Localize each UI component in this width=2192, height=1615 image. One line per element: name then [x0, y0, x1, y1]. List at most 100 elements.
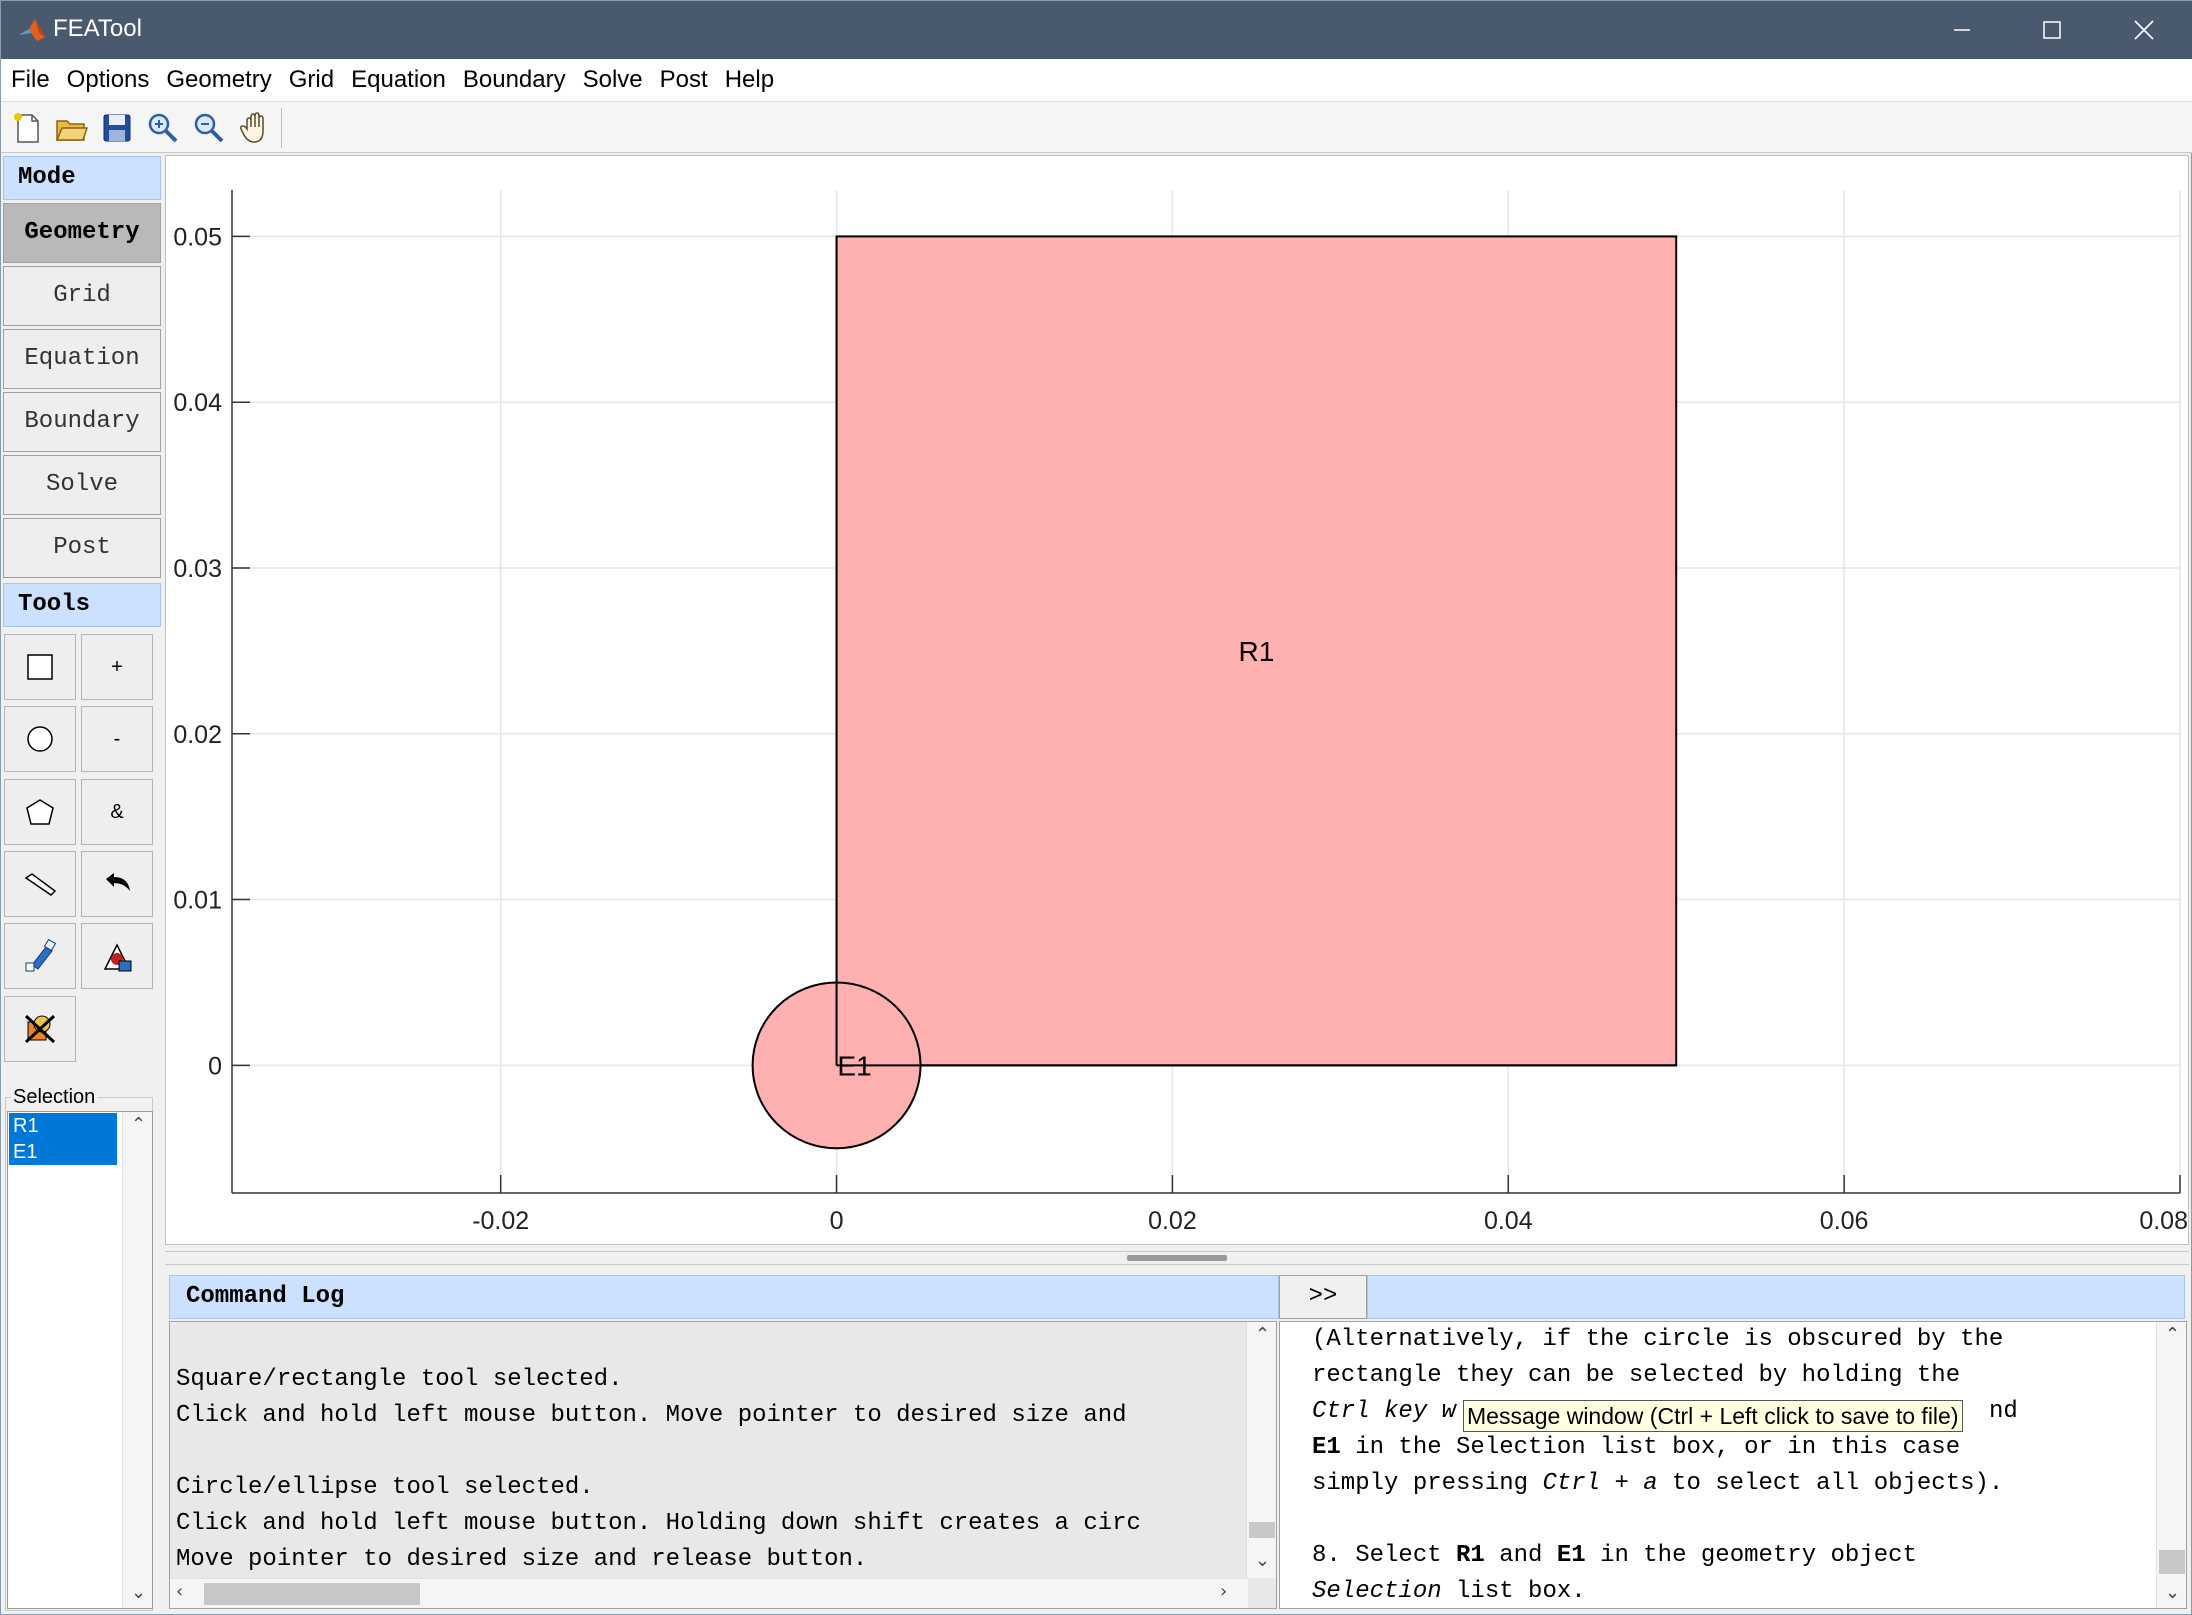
selection-italic-text: Selection [1312, 1578, 1442, 1605]
selection-scrollbar[interactable]: ⌃ ⌄ [122, 1112, 152, 1608]
transform-button[interactable] [81, 923, 153, 989]
menu-boundary[interactable]: Boundary [463, 66, 566, 94]
open-button[interactable] [51, 108, 91, 148]
e1-bold-text: E1 [1556, 1542, 1586, 1569]
transform-icon [103, 943, 132, 972]
x-tick-label: 0.08 [2139, 1207, 2188, 1235]
panel-splitter[interactable] [165, 1251, 2189, 1265]
message-fragment: 8. Select [1312, 1542, 1457, 1569]
splitter-grip[interactable] [1127, 1255, 1227, 1261]
y-tick-label: 0 [208, 1052, 222, 1080]
message-fragment: nd [1989, 1398, 2018, 1425]
intersect-button[interactable]: & [81, 779, 153, 845]
pan-button[interactable] [235, 108, 275, 148]
menu-help[interactable]: Help [725, 66, 774, 94]
y-tick-label: 0.04 [173, 389, 222, 417]
selection-listbox[interactable]: R1 E1 ⌃ ⌄ [7, 1111, 153, 1609]
log-line: Click and hold left mouse button. Holdin… [176, 1510, 1141, 1537]
toggle-panel-button[interactable]: >> [1279, 1275, 1367, 1319]
mode-button-boundary[interactable]: Boundary [3, 392, 161, 452]
save-button[interactable] [97, 108, 137, 148]
log-line: Click and hold left mouse button. Move p… [176, 1402, 1127, 1429]
log-hscroll-thumb[interactable] [204, 1583, 420, 1605]
scroll-down-icon[interactable]: ⌄ [1255, 1550, 1270, 1571]
mode-button-grid[interactable]: Grid [3, 266, 161, 326]
matlab-logo-icon [19, 19, 45, 41]
close-button[interactable] [2099, 1, 2189, 59]
minimize-button[interactable] [1917, 1, 2007, 59]
undo-button[interactable] [81, 851, 153, 917]
scroll-up-icon[interactable]: ⌃ [2165, 1324, 2180, 1345]
title-bar: FEATool [1, 1, 2192, 59]
scroll-right-icon[interactable]: › [1220, 1581, 1227, 1602]
message-line: simply pressing Ctrl + a to select all o… [1312, 1466, 2003, 1502]
menu-options[interactable]: Options [67, 66, 150, 94]
minimize-icon [1954, 29, 1970, 31]
message-line: Ctrl key w nd [1312, 1394, 2018, 1430]
edit-object-button[interactable] [4, 923, 76, 989]
featool-window: FEATool File Options Geometry Grid Equat… [0, 0, 2192, 1615]
menu-bar: File Options Geometry Grid Equation Boun… [1, 59, 2192, 101]
menu-grid[interactable]: Grid [289, 66, 334, 94]
scroll-down-icon[interactable]: ⌄ [2165, 1582, 2180, 1603]
geometry-axes[interactable]: -0.02 0 0.02 0.04 0.06 0.08 0 0.01 0.02 0.03 0.04 0… [166, 156, 2190, 1246]
zoom-out-button[interactable] [189, 108, 229, 148]
scroll-up-icon[interactable]: ⌃ [1255, 1324, 1270, 1345]
mode-button-geometry[interactable]: Geometry [3, 203, 161, 263]
message-vertical-scrollbar[interactable]: ⌃ ⌄ [2156, 1322, 2186, 1608]
object-label-e1: E1 [837, 1050, 871, 1081]
log-vertical-scrollbar[interactable]: ⌃ ⌄ [1246, 1322, 1276, 1578]
maximize-button[interactable] [2007, 1, 2097, 59]
message-line: 8. Select R1 and E1 in the geometry obje… [1312, 1538, 1917, 1574]
y-tick-label: 0.03 [173, 555, 222, 583]
menu-post[interactable]: Post [660, 66, 708, 94]
x-tick-label: 0.06 [1820, 1207, 1869, 1235]
command-log-text[interactable]: Square/rectangle tool selected. Click an… [169, 1321, 1277, 1609]
menu-solve[interactable]: Solve [583, 66, 643, 94]
y-tick-label: 0.01 [173, 887, 222, 915]
mode-button-equation[interactable]: Equation [3, 329, 161, 389]
message-fragment: in the geometry object [1585, 1542, 1917, 1569]
message-window[interactable]: (Alternatively, if the circle is obscure… [1279, 1321, 2187, 1609]
log-line: Move pointer to desired size and release… [176, 1546, 868, 1573]
toolbar-separator [281, 108, 282, 148]
message-line: rectangle they can be selected by holdin… [1312, 1362, 1961, 1389]
menu-equation[interactable]: Equation [351, 66, 446, 94]
mode-button-post[interactable]: Post [3, 518, 161, 578]
y-tick-label: 0.02 [173, 721, 222, 749]
object-label-r1: R1 [1238, 636, 1274, 667]
polygon-tool-button[interactable] [4, 779, 76, 845]
subtract-button[interactable]: - [81, 706, 153, 772]
line-tool-button[interactable] [4, 851, 76, 917]
geometry-plot[interactable]: -0.02 0 0.02 0.04 0.06 0.08 0 0.01 0.02 0.03 0.04 0… [165, 155, 2189, 1245]
delete-objects-button[interactable] [4, 996, 76, 1062]
new-file-icon [14, 113, 39, 143]
menu-file[interactable]: File [11, 66, 50, 94]
y-tick-label: 0.05 [173, 223, 222, 251]
union-button[interactable]: + [81, 634, 153, 700]
rectangle-tool-button[interactable] [4, 634, 76, 700]
circle-icon [27, 726, 53, 752]
selection-item-e1[interactable]: E1 [9, 1139, 117, 1165]
e1-bold-text: E1 [1312, 1434, 1341, 1461]
line-icon [24, 873, 57, 896]
selection-item-r1[interactable]: R1 [9, 1113, 117, 1139]
scroll-up-icon[interactable]: ⌃ [131, 1114, 146, 1135]
zoom-in-button[interactable] [143, 108, 183, 148]
ctrl-key-text: Ctrl key w [1312, 1398, 1457, 1425]
maximize-icon [2043, 21, 2061, 39]
scroll-down-icon[interactable]: ⌄ [131, 1582, 146, 1603]
menu-geometry[interactable]: Geometry [166, 66, 271, 94]
circle-tool-button[interactable] [4, 706, 76, 772]
message-vscroll-thumb[interactable] [2159, 1550, 2185, 1574]
new-button[interactable] [7, 108, 47, 148]
polygon-icon [26, 799, 54, 825]
log-horizontal-scrollbar[interactable]: ‹ › [170, 1578, 1248, 1608]
log-line: Square/rectangle tool selected. [176, 1366, 623, 1393]
message-line: E1 in the Selection list box, or in this… [1312, 1430, 1960, 1466]
window-title: FEATool [53, 15, 142, 42]
scroll-left-icon[interactable]: ‹ [176, 1581, 183, 1602]
mode-button-solve[interactable]: Solve [3, 455, 161, 515]
log-vscroll-thumb[interactable] [1249, 1522, 1275, 1538]
message-window-tooltip: Message window (Ctrl + Left click to sav… [1463, 1400, 1963, 1432]
